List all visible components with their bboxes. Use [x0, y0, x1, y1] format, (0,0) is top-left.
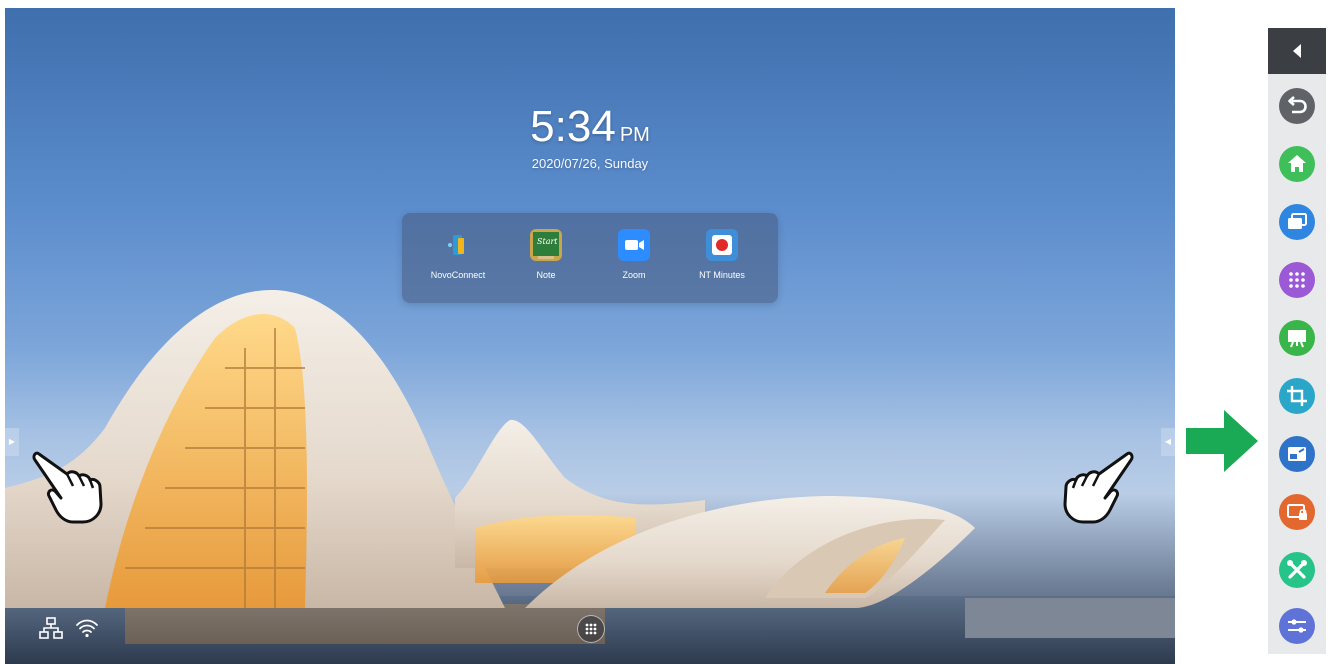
zoom-icon: [618, 229, 650, 261]
apps-grid-icon: [1289, 272, 1305, 288]
toolbar-back-button[interactable]: [1279, 88, 1315, 124]
app-novoconnect[interactable]: NovoConnect: [416, 229, 500, 280]
toolbar-collapse-button[interactable]: [1268, 28, 1326, 74]
apps-grid-button[interactable]: [577, 615, 605, 643]
app-label: Zoom: [622, 270, 646, 280]
crop-icon: [1287, 386, 1307, 406]
nt-minutes-icon: [706, 229, 738, 261]
right-edge-toolbar-tab[interactable]: ◀: [1161, 428, 1175, 456]
network-icon[interactable]: [39, 616, 63, 640]
apps-grid-icon: [585, 623, 597, 635]
side-toolbar: [1268, 28, 1326, 654]
app-label: NovoConnect: [430, 270, 486, 280]
toolbar-all-apps-button[interactable]: [1279, 262, 1315, 298]
home-icon: [1288, 155, 1306, 172]
clock-date: 2020/07/26, Sunday: [531, 156, 649, 171]
sliders-icon: [1288, 619, 1306, 633]
right-arrow-icon: [1186, 410, 1258, 472]
home-screen: 5:34 PM 2020/07/26, Sunday NovoConnect St…: [5, 8, 1175, 664]
toolbar-home-button[interactable]: [1279, 146, 1315, 182]
app-nt-minutes[interactable]: NT Minutes: [680, 229, 764, 280]
collapse-left-icon: [1293, 44, 1301, 58]
input-source-icon: [1288, 447, 1306, 461]
screen-lock-icon: [1287, 504, 1307, 520]
svg-text:Start: Start: [537, 237, 558, 246]
clock-time: 5:34: [530, 102, 616, 151]
toolbar-settings-button[interactable]: [1279, 608, 1315, 644]
app-label: NT Minutes: [699, 270, 745, 280]
wifi-icon[interactable]: [75, 616, 99, 640]
toolbar-tools-button[interactable]: [1279, 552, 1315, 588]
app-dock: NovoConnect Start Note Zoom NT Minutes: [402, 213, 778, 303]
toolbar-recent-apps-button[interactable]: [1279, 204, 1315, 240]
back-icon: [1288, 96, 1307, 114]
windows-icon: [1288, 213, 1307, 229]
app-label: Note: [536, 270, 556, 280]
toolbar-crop-button[interactable]: [1279, 378, 1315, 414]
whiteboard-icon: [1288, 330, 1306, 348]
tools-icon: [1287, 560, 1307, 579]
tap-hand-icon: [32, 451, 103, 524]
tap-hand-icon: [1063, 451, 1134, 524]
left-edge-toolbar-tab[interactable]: ▶: [5, 428, 19, 456]
novoconnect-icon: [442, 229, 474, 261]
toolbar-input-source-button[interactable]: [1279, 436, 1315, 472]
home-clock: 5:34 PM 2020/07/26, Sunday: [5, 102, 1175, 171]
note-icon: Start: [530, 229, 562, 261]
app-zoom[interactable]: Zoom: [592, 229, 676, 280]
toolbar-whiteboard-button[interactable]: [1279, 320, 1315, 356]
app-note[interactable]: Start Note: [504, 229, 588, 280]
toolbar-screen-lock-button[interactable]: [1279, 494, 1315, 530]
clock-ampm: PM: [619, 124, 650, 146]
